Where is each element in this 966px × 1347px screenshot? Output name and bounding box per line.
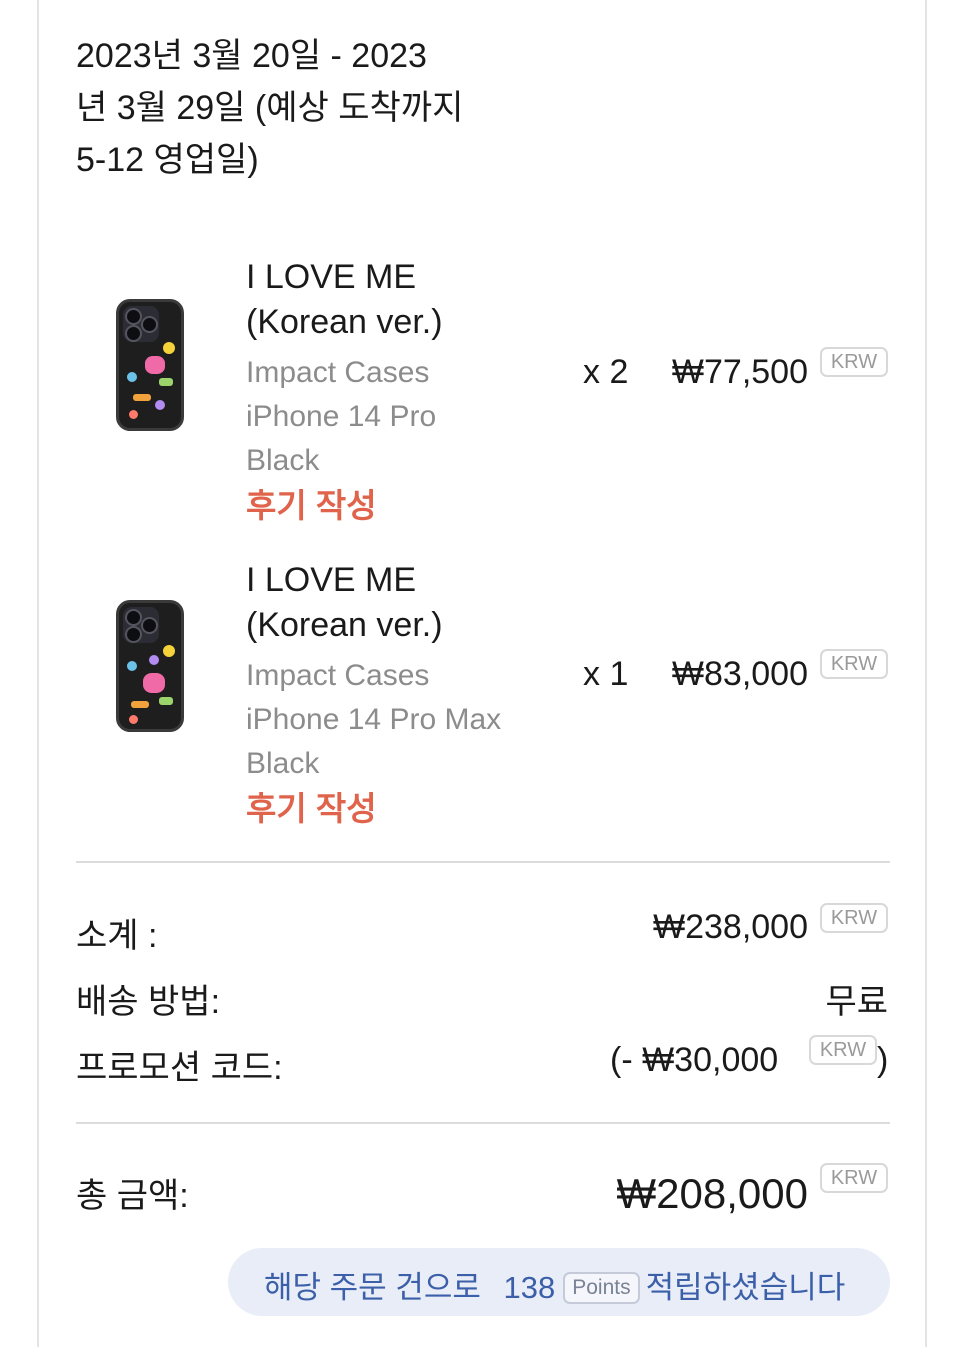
- currency-badge: KRW: [820, 347, 888, 377]
- phone-case-thumbnail[interactable]: [116, 299, 184, 431]
- delivery-line-3: 5-12 영업일): [76, 141, 259, 179]
- currency-badge: KRW: [820, 1163, 888, 1193]
- points-amount: 138: [503, 1270, 556, 1305]
- item-variant-line-1: Impact Cases: [246, 659, 430, 692]
- promo-label: 프로모션 코드:: [76, 1049, 283, 1087]
- currency-badge: KRW: [820, 903, 888, 933]
- item-info: I LOVE ME (Korean ver.) Impact Cases iPh…: [246, 558, 546, 832]
- item-variant-line-3: Black: [246, 747, 320, 780]
- item-info: I LOVE ME (Korean ver.) Impact Cases iPh…: [246, 255, 576, 529]
- item-quantity: x 1: [583, 655, 629, 693]
- delivery-estimate: 2023년 3월 20일 - 2023 년 3월 29일 (예상 도착까지 5-…: [76, 30, 516, 186]
- promo-value: ₩30,000: [642, 1041, 779, 1079]
- shipping-value: 무료: [825, 983, 888, 1021]
- item-price: ₩77,500: [671, 353, 808, 391]
- subtotal-value: ₩238,000: [653, 908, 808, 946]
- item-quantity: x 2: [583, 353, 629, 391]
- points-unit-badge: Points: [563, 1272, 640, 1304]
- total-label: 총 금액:: [76, 1177, 189, 1215]
- camera-module: [123, 306, 159, 342]
- delivery-line-2: 년 3월 29일 (예상 도착까지: [76, 89, 464, 127]
- item-variant-line-2: iPhone 14 Pro Max: [246, 703, 502, 736]
- item-title-line-2[interactable]: (Korean ver.): [246, 300, 576, 345]
- promo-value-group: (- ₩30,000: [610, 1041, 778, 1080]
- item-price: ₩83,000: [671, 655, 808, 693]
- camera-module: [123, 607, 159, 643]
- points-suffix: 적립하셨습니다: [645, 1270, 846, 1305]
- promo-suffix: ): [877, 1041, 889, 1079]
- currency-badge: KRW: [820, 649, 888, 679]
- item-title-line-1[interactable]: I LOVE ME: [246, 558, 546, 603]
- write-review-link[interactable]: 후기 작성: [246, 483, 576, 529]
- points-message: 해당 주문 건으로 138 Points 적립하셨습니다: [264, 1262, 845, 1307]
- currency-badge: KRW: [809, 1035, 877, 1065]
- item-variant-line-1: Impact Cases: [246, 356, 430, 389]
- item-title-line-1[interactable]: I LOVE ME: [246, 255, 576, 300]
- subtotal-label: 소계 :: [76, 917, 158, 955]
- promo-prefix: (-: [610, 1041, 643, 1079]
- item-title-line-2[interactable]: (Korean ver.): [246, 603, 546, 648]
- shipping-label: 배송 방법:: [76, 983, 221, 1021]
- item-variant-line-2: iPhone 14 Pro: [246, 400, 437, 433]
- phone-case-thumbnail[interactable]: [116, 600, 184, 732]
- divider: [76, 861, 890, 863]
- item-variant-line-3: Black: [246, 444, 320, 477]
- delivery-line-1: 2023년 3월 20일 - 2023: [76, 37, 427, 75]
- divider: [76, 1122, 890, 1124]
- points-prefix: 해당 주문 건으로: [264, 1270, 481, 1305]
- write-review-link[interactable]: 후기 작성: [246, 786, 546, 832]
- total-value: ₩208,000: [616, 1170, 808, 1217]
